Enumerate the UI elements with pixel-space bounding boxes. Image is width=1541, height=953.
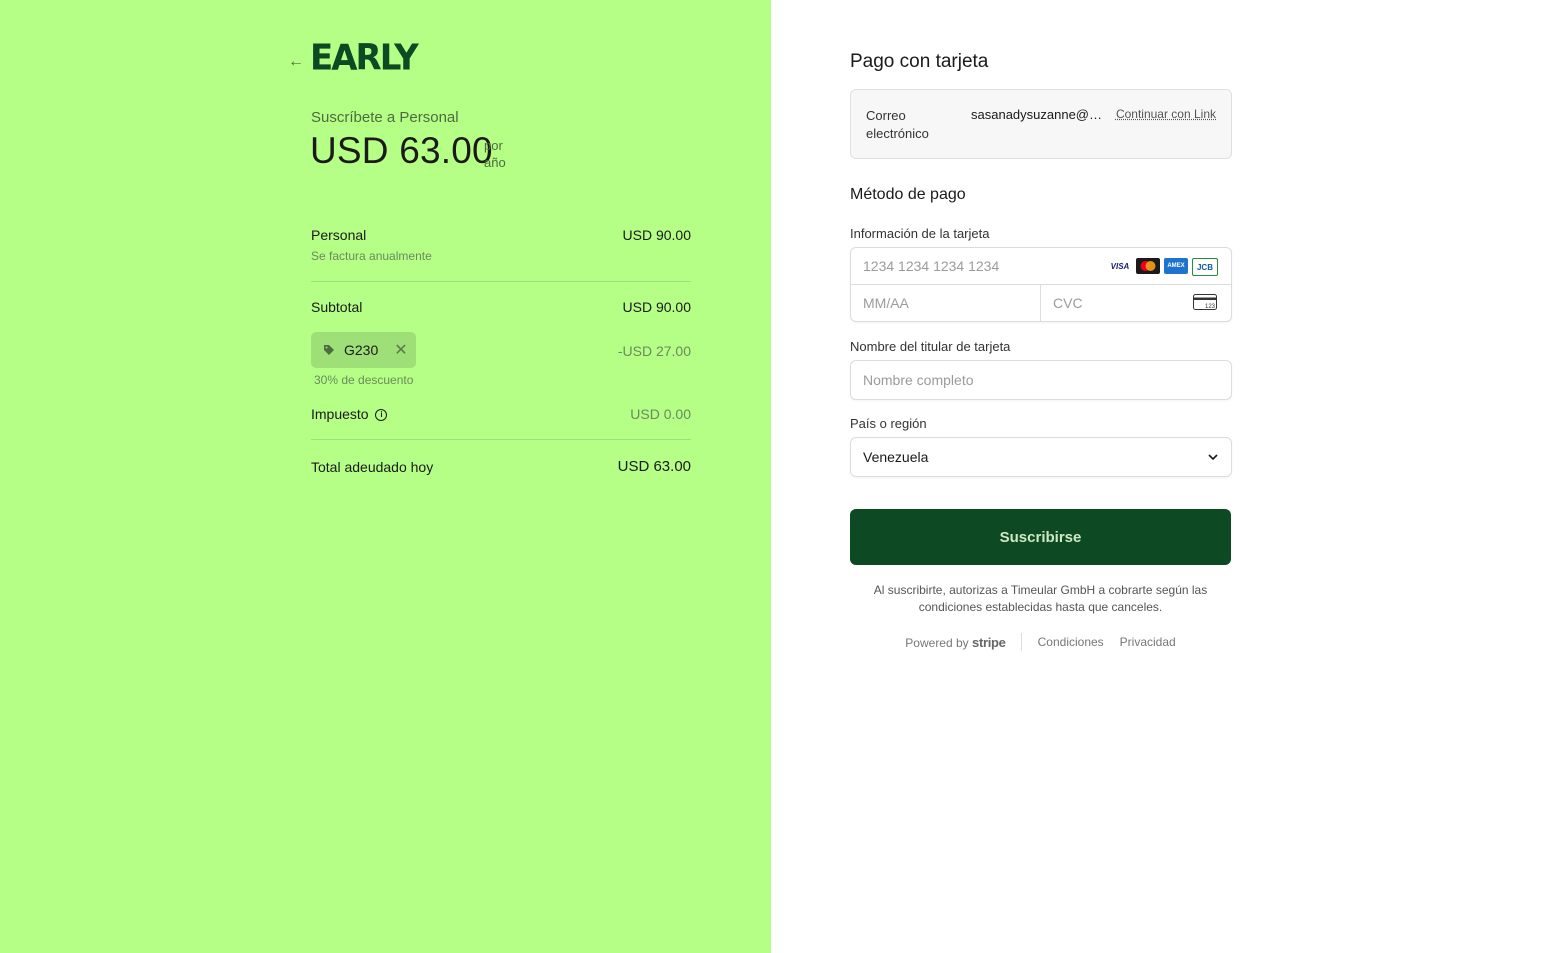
total-label: Total adeudado hoy [311, 459, 434, 475]
payment-title: Pago con tarjeta [850, 51, 989, 72]
info-icon[interactable]: i [375, 409, 388, 422]
amex-icon: AMEX [1164, 258, 1188, 274]
cvc-card-icon: 123 [1193, 294, 1217, 310]
payment-method-title: Método de pago [850, 186, 966, 203]
email-box: Correo electrónico sasanadysuzanne@gmail… [850, 89, 1232, 159]
expiry-input[interactable] [863, 294, 1023, 312]
plan-name: Personal [311, 227, 367, 243]
tax-row: Impuesto i [311, 406, 388, 422]
promo-code: G230 [344, 342, 379, 358]
card-fields: VISA AMEX JCB 123 [850, 247, 1232, 322]
tag-icon [324, 345, 334, 355]
payment-panel: Pago con tarjeta Correo electrónico sasa… [771, 0, 1541, 953]
divider [311, 281, 691, 282]
price-period-line1: por [484, 138, 503, 153]
card-brands: VISA AMEX JCB [1108, 258, 1218, 276]
subscribe-title: Suscríbete a Personal [311, 109, 459, 126]
remove-promo-icon[interactable]: ✕ [394, 340, 407, 360]
chevron-down-icon [1208, 454, 1218, 461]
plan-price: USD 90.00 [622, 227, 691, 243]
country-value: Venezuela [863, 449, 929, 465]
terms-link[interactable]: Condiciones [1038, 635, 1104, 649]
price-period-line2: año [484, 155, 506, 170]
early-logo: EARLY [310, 37, 419, 79]
promo-code-chip: G230 ✕ [311, 332, 416, 368]
price-total: USD 63.00 [310, 130, 493, 171]
tax-value: USD 0.00 [630, 406, 691, 422]
country-select[interactable]: Venezuela [850, 437, 1232, 477]
visa-icon: VISA [1108, 258, 1132, 274]
card-number-input[interactable] [863, 257, 1093, 275]
cardholder-input[interactable] [863, 371, 1213, 389]
promo-note: 30% de descuento [314, 373, 414, 387]
promo-discount: -USD 27.00 [617, 343, 691, 359]
cvc-cell: 123 [1041, 285, 1231, 321]
jcb-icon: JCB [1192, 258, 1218, 276]
total-value: USD 63.00 [617, 458, 691, 475]
subtotal-value: USD 90.00 [622, 299, 691, 315]
continue-with-link-button[interactable]: Continuar con Link [1116, 107, 1216, 121]
cardholder-field [850, 360, 1232, 400]
expiry-cell [851, 285, 1041, 321]
subtotal-label: Subtotal [311, 299, 363, 315]
order-summary-panel: ← EARLY Suscríbete a Personal USD 63.00 … [0, 0, 771, 953]
subscribe-button[interactable]: Suscribirse [850, 509, 1231, 565]
powered-by-label: Powered by [905, 635, 969, 650]
powered-by-stripe-link[interactable]: Powered by stripe [905, 634, 1006, 650]
price-period: por año [484, 137, 506, 171]
footer-divider [1020, 633, 1022, 651]
divider [311, 439, 691, 440]
footer: Powered by stripe Condiciones Privacidad [850, 633, 1231, 651]
privacy-link[interactable]: Privacidad [1120, 635, 1176, 649]
billing-note: Se factura anualmente [311, 249, 432, 263]
card-number-row: VISA AMEX JCB [851, 248, 1231, 285]
stripe-logo: stripe [972, 634, 1006, 650]
mastercard-icon [1136, 258, 1160, 274]
email-label: Correo electrónico [866, 108, 929, 141]
tax-label: Impuesto [311, 406, 369, 422]
legal-text: Al suscribirte, autorizas a Timeular Gmb… [873, 583, 1208, 614]
country-label: País o región [850, 416, 927, 431]
back-arrow-icon[interactable]: ← [288, 53, 304, 71]
email-value: sasanadysuzanne@gmail.com [971, 107, 1103, 122]
cvc-icon-text: 123 [1205, 304, 1216, 310]
cvc-input[interactable] [1053, 294, 1173, 312]
card-info-label: Información de la tarjeta [850, 226, 990, 241]
cardholder-label: Nombre del titular de tarjeta [850, 339, 1011, 354]
